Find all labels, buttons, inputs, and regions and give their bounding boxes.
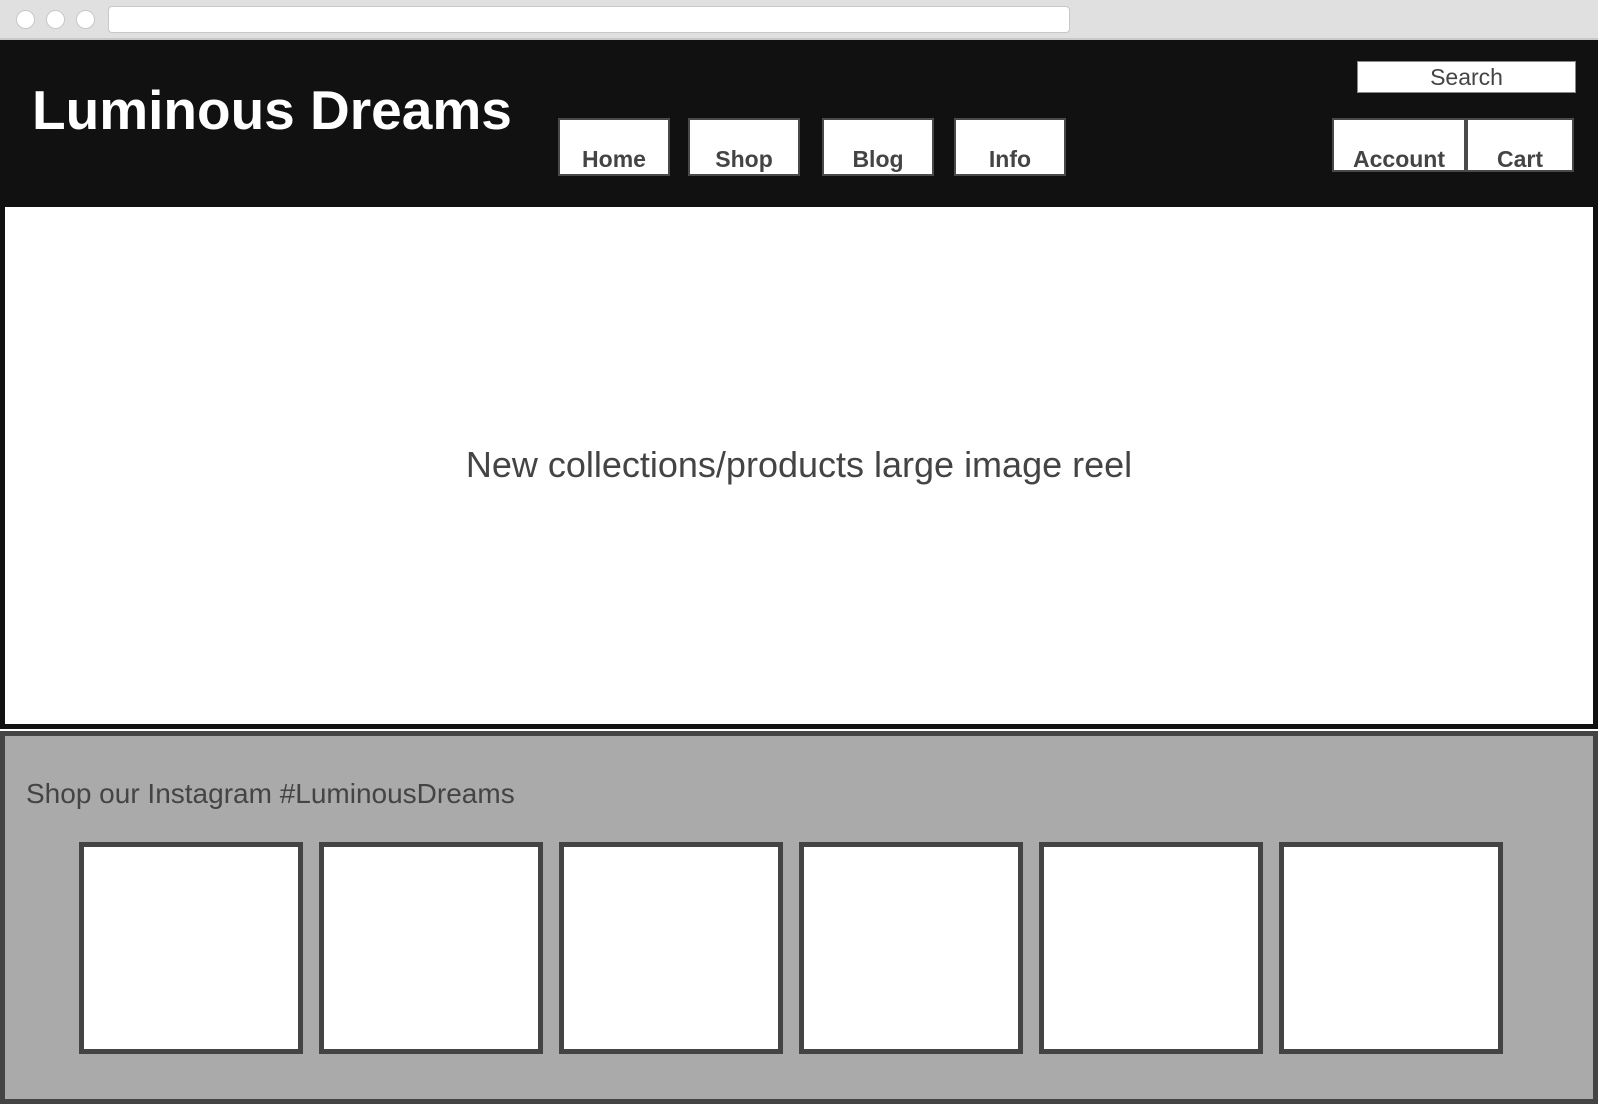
instagram-tile[interactable] [79,842,303,1054]
instagram-title: Shop our Instagram #LuminousDreams [26,778,515,809]
window-close-dot-icon[interactable] [16,10,35,29]
account-button[interactable]: Account [1332,118,1466,172]
cart-button[interactable]: Cart [1466,118,1574,172]
instagram-tile[interactable] [1039,842,1263,1054]
browser-chrome [0,0,1598,40]
nav-home-button[interactable]: Home [558,118,670,176]
instagram-tile[interactable] [559,842,783,1054]
window-minimize-dot-icon[interactable] [46,10,65,29]
address-bar[interactable] [108,6,1070,33]
window-maximize-dot-icon[interactable] [76,10,95,29]
instagram-tile[interactable] [799,842,1023,1054]
instagram-section: Shop our Instagram #LuminousDreams [0,731,1598,1104]
site-header: Luminous Dreams Home Shop Blog Info Sear… [0,40,1598,202]
site-title: Luminous Dreams [32,79,512,141]
hero-image-reel[interactable]: New collections/products large image ree… [0,202,1598,729]
nav-shop-button[interactable]: Shop [688,118,800,176]
nav-blog-button[interactable]: Blog [822,118,934,176]
instagram-tile[interactable] [319,842,543,1054]
hero-placeholder-text: New collections/products large image ree… [465,444,1133,485]
instagram-tile[interactable] [1279,842,1503,1054]
nav-info-button[interactable]: Info [954,118,1066,176]
search-input[interactable]: Search [1357,61,1576,93]
